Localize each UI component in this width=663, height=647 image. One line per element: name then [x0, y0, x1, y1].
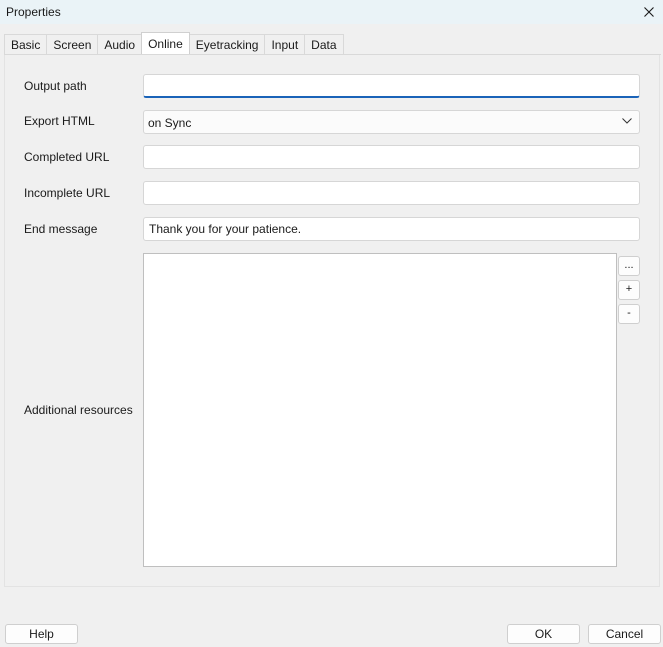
incomplete-url-label: Incomplete URL	[24, 186, 111, 200]
close-button[interactable]	[635, 0, 663, 24]
output-path-input[interactable]	[143, 74, 640, 98]
export-html-label: Export HTML	[24, 114, 95, 128]
tab-strip: Basic Screen Audio Online Eyetracking In…	[4, 32, 344, 55]
completed-url-label: Completed URL	[24, 150, 110, 164]
add-resource-button[interactable]: +	[618, 280, 640, 300]
window-title: Properties	[6, 5, 61, 19]
additional-resources-label: Additional resources	[24, 403, 133, 417]
tab-online[interactable]: Online	[141, 32, 190, 54]
close-icon	[644, 7, 654, 17]
incomplete-url-input[interactable]	[143, 181, 640, 205]
export-html-selected-value: on Sync	[148, 116, 192, 130]
tab-basic[interactable]: Basic	[4, 34, 48, 55]
end-message-label: End message	[24, 222, 98, 236]
tab-screen[interactable]: Screen	[46, 34, 99, 55]
cancel-button[interactable]: Cancel	[588, 624, 661, 644]
properties-dialog: Properties Basic Screen Audio Online Eye…	[0, 0, 663, 647]
export-html-select[interactable]: on Sync	[143, 110, 640, 134]
ok-button[interactable]: OK	[507, 624, 580, 644]
title-bar: Properties	[0, 0, 663, 24]
tab-input[interactable]: Input	[264, 34, 306, 55]
tab-audio[interactable]: Audio	[97, 34, 143, 55]
output-path-label: Output path	[24, 79, 87, 93]
additional-resources-list[interactable]	[143, 253, 617, 567]
tab-eyetracking[interactable]: Eyetracking	[188, 34, 266, 55]
browse-resource-button[interactable]: ...	[618, 256, 640, 276]
chevron-down-icon	[622, 118, 632, 124]
completed-url-input[interactable]	[143, 145, 640, 169]
help-button[interactable]: Help	[5, 624, 78, 644]
remove-resource-button[interactable]: -	[618, 304, 640, 324]
end-message-input[interactable]: Thank you for your patience.	[143, 217, 640, 241]
tab-data[interactable]: Data	[304, 34, 344, 55]
